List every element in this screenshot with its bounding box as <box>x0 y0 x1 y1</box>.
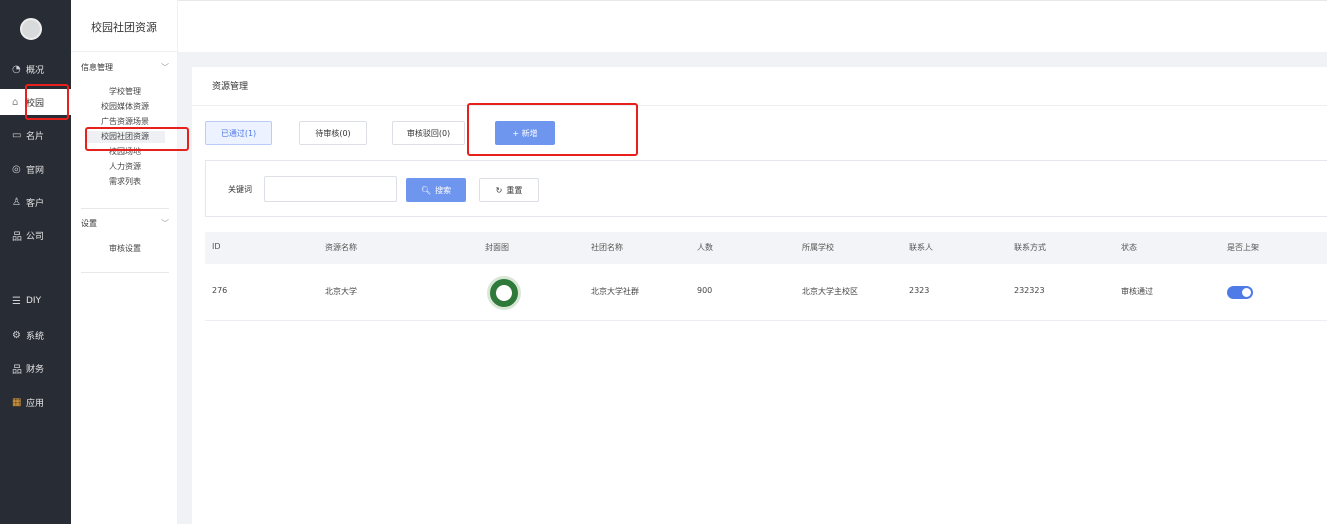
cell-contact: 2323 <box>909 286 930 295</box>
gear-icon: ⚙ <box>12 329 21 341</box>
col-club-name: 社团名称 <box>591 243 623 252</box>
search-panel: 关键词 🔍︎ 搜索 ↻ 重置 <box>205 160 1327 217</box>
school-icon: ⌂ <box>12 96 19 108</box>
col-count: 人数 <box>697 243 713 252</box>
nav-item-website[interactable]: ◎ 官网 <box>0 156 71 182</box>
sub-item-hr[interactable]: 人力资源 <box>85 161 165 173</box>
nav-item-card[interactable]: ▭ 名片 <box>0 122 71 148</box>
card-icon: ▭ <box>12 129 22 141</box>
emblem-icon <box>494 283 514 303</box>
group-label: 设置 <box>81 219 97 228</box>
add-button[interactable]: + 新增 <box>495 121 555 145</box>
tab-rejected[interactable]: 审核驳回(0) <box>392 121 465 145</box>
org-icon: 品 <box>12 364 22 376</box>
chevron-down-icon: ﹀ <box>161 219 169 228</box>
sub-sidebar: 校园社团资源 信息管理 ﹀ 学校管理 校园媒体资源 广告资源场景 校园社团资源 校… <box>71 0 178 524</box>
pie-chart-icon: ◔ <box>12 63 21 75</box>
nav-item-label: DIY <box>26 296 42 306</box>
cover-image <box>487 276 521 310</box>
divider <box>192 105 1327 106</box>
main-nav: ◔ 概况 ⌂ 校园 ▭ 名片 ◎ 官网 ♙ 客户 品公司 ☰ DIY ⚙ 系统 品财务 ▦ 应用 <box>0 0 71 524</box>
nav-item-company[interactable]: 品公司 <box>0 222 71 248</box>
sub-item-club-resource[interactable]: 校园社团资源 <box>85 131 165 143</box>
table-row: 276 北京大学 北京大学社群 900 北京大学主校区 2323 232323 … <box>205 264 1327 321</box>
nav-item-label: 客户 <box>26 198 45 209</box>
sub-item-school[interactable]: 学校管理 <box>85 86 165 98</box>
nav-item-customer[interactable]: ♙ 客户 <box>0 189 71 215</box>
col-id: ID <box>212 242 221 251</box>
col-school: 所属学校 <box>802 243 834 252</box>
reset-button-label: 重置 <box>506 185 523 195</box>
keyword-label: 关键词 <box>228 185 252 194</box>
nav-item-label: 系统 <box>26 331 45 342</box>
nav-item-diy[interactable]: ☰ DIY <box>0 288 71 314</box>
search-button[interactable]: 🔍︎ 搜索 <box>406 178 466 202</box>
cell-phone: 232323 <box>1014 286 1045 295</box>
group-settings[interactable]: 设置 ﹀ <box>81 218 169 229</box>
nav-item-label: 名片 <box>26 131 45 142</box>
reset-button[interactable]: ↻ 重置 <box>479 178 539 202</box>
page-title: 资源管理 <box>212 82 249 92</box>
nav-item-finance[interactable]: 品财务 <box>0 355 71 381</box>
cell-school: 北京大学主校区 <box>802 287 858 296</box>
nav-item-overview[interactable]: ◔ 概况 <box>0 56 71 82</box>
search-button-label: 搜索 <box>435 185 452 195</box>
cell-resource-name: 北京大学 <box>325 287 357 296</box>
col-cover: 封面图 <box>485 243 509 252</box>
cell-club-name: 北京大学社群 <box>591 287 639 296</box>
refresh-icon: ↻ <box>495 185 503 195</box>
nav-item-label: 财务 <box>26 364 45 375</box>
nav-item-label: 官网 <box>26 165 45 176</box>
nav-item-label: 概况 <box>26 65 45 76</box>
tab-pending[interactable]: 待审核(0) <box>299 121 367 145</box>
cell-status: 审核通过 <box>1121 287 1153 296</box>
nav-item-label: 应用 <box>26 398 45 409</box>
user-icon: ♙ <box>12 196 21 208</box>
toggle-knob <box>1242 288 1251 297</box>
cell-count: 900 <box>697 286 713 295</box>
sub-sidebar-title: 校园社团资源 <box>71 0 177 52</box>
tab-approved[interactable]: 已通过(1) <box>205 121 272 145</box>
search-icon: 🔍︎ <box>420 185 432 195</box>
top-header <box>178 0 1327 52</box>
org-icon: 品 <box>12 231 22 243</box>
nav-item-label: 校园 <box>26 98 45 109</box>
group-label: 信息管理 <box>81 63 113 72</box>
sub-item-demand-list[interactable]: 需求列表 <box>85 176 165 188</box>
nav-item-label: 公司 <box>26 231 45 242</box>
resource-card: 资源管理 已通过(1) 待审核(0) 审核驳回(0) + 新增 关键词 🔍︎ 搜索… <box>192 67 1327 524</box>
chevron-down-icon: ﹀ <box>161 63 169 72</box>
col-phone: 联系方式 <box>1014 243 1046 252</box>
col-contact: 联系人 <box>909 243 933 252</box>
table-header: ID 资源名称 封面图 社团名称 人数 所属学校 联系人 联系方式 状态 是否上… <box>205 232 1327 264</box>
col-on-shelf: 是否上架 <box>1227 243 1259 252</box>
col-status: 状态 <box>1121 243 1137 252</box>
diy-icon: ☰ <box>12 295 21 307</box>
apps-icon: ▦ <box>12 396 22 408</box>
on-shelf-toggle[interactable] <box>1227 286 1253 299</box>
sub-item-media[interactable]: 校园媒体资源 <box>85 101 165 113</box>
nav-item-apps[interactable]: ▦ 应用 <box>0 389 71 415</box>
col-resource-name: 资源名称 <box>325 243 357 252</box>
avatar[interactable] <box>20 18 42 40</box>
globe-icon: ◎ <box>12 163 21 175</box>
nav-item-system[interactable]: ⚙ 系统 <box>0 322 71 348</box>
sub-item-ad-scene[interactable]: 广告资源场景 <box>85 116 165 128</box>
keyword-input[interactable] <box>264 176 397 202</box>
cell-id: 276 <box>212 286 228 295</box>
divider <box>81 272 169 273</box>
nav-item-campus[interactable]: ⌂ 校园 <box>0 89 71 115</box>
group-info-management[interactable]: 信息管理 ﹀ <box>81 62 169 73</box>
sub-item-venue[interactable]: 校园场地 <box>85 146 165 158</box>
sub-item-review-settings[interactable]: 审核设置 <box>85 243 165 255</box>
divider <box>81 208 169 209</box>
